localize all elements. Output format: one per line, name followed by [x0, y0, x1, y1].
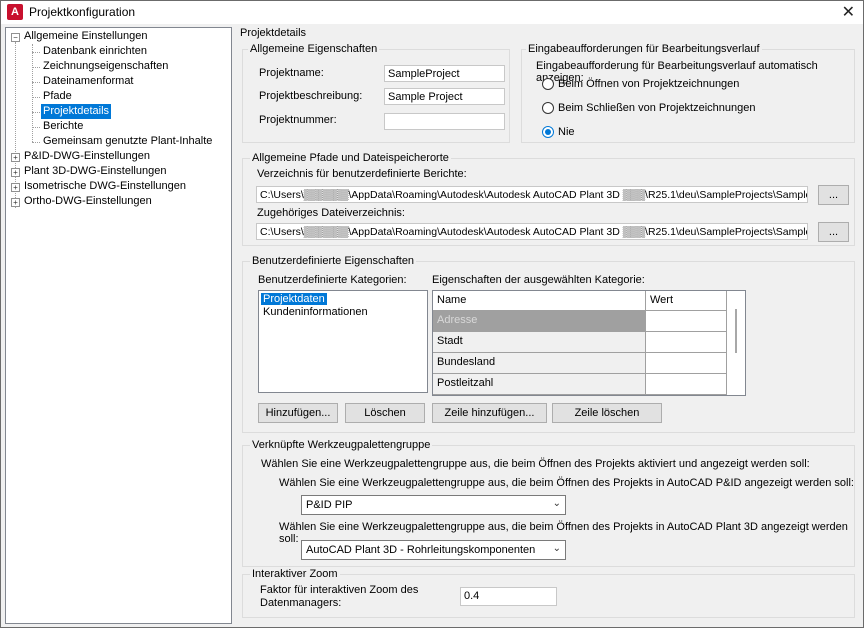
add-row-button[interactable]: Zeile hinzufügen...: [432, 403, 547, 423]
tree-item-allgemeine-einstellungen[interactable]: Allgemeine Einstellungen: [24, 29, 148, 44]
reports-browse-button[interactable]: ...: [818, 185, 849, 205]
tree-line: [32, 44, 33, 142]
tree-item-dateinamenformat[interactable]: Dateinamenformat: [43, 74, 134, 89]
tree-item-berichte[interactable]: Berichte: [43, 119, 83, 134]
categories-label: Benutzerdefinierte Kategorien:: [258, 274, 407, 286]
column-header-value[interactable]: Wert: [646, 291, 727, 311]
plant-palette-dropdown[interactable]: AutoCAD Plant 3D - Rohrleitungskomponent…: [301, 540, 566, 560]
list-item[interactable]: Projektdaten: [261, 293, 327, 305]
tree-line: [32, 52, 40, 53]
table-row-value[interactable]: [646, 374, 727, 395]
tree-item-plant-inhalte[interactable]: Gemeinsam genutzte Plant-Inhalte: [43, 134, 212, 149]
expand-icon[interactable]: +: [11, 198, 20, 207]
categories-list[interactable]: Projektdaten Kundeninformationen: [258, 290, 428, 393]
panel-title: Projektdetails: [240, 27, 307, 39]
expand-icon[interactable]: +: [11, 168, 20, 177]
tree-item-plant3d[interactable]: Plant 3D-DWG-Einstellungen: [24, 164, 166, 179]
tree-item-pid[interactable]: P&ID-DWG-Einstellungen: [24, 149, 150, 164]
palette-label: Verknüpfte Werkzeugpalettengruppe: [250, 439, 433, 451]
plant-palette-value: AutoCAD Plant 3D - Rohrleitungskomponent…: [306, 544, 536, 556]
table-row-name[interactable]: Postleitzahl: [433, 374, 646, 395]
project-description-field[interactable]: Sample Project: [384, 88, 505, 105]
chevron-down-icon: ⌄: [552, 543, 561, 554]
delete-category-button[interactable]: Löschen: [345, 403, 425, 423]
add-category-button[interactable]: Hinzufügen...: [258, 403, 338, 423]
table-row-name[interactable]: Bundesland: [433, 353, 646, 374]
zoom-label: Interaktiver Zoom: [250, 568, 340, 580]
palette-intro: Wählen Sie eine Werkzeugpalettengruppe a…: [261, 458, 810, 470]
properties-grid[interactable]: Name Wert Adresse Stadt Bundesland Postl…: [432, 290, 746, 396]
files-dir-label: Zugehöriges Dateiverzeichnis:: [257, 207, 405, 219]
props-label: Eigenschaften der ausgewählten Kategorie…: [432, 274, 645, 286]
radio-close[interactable]: [542, 102, 554, 114]
reports-dir-label: Verzeichnis für benutzerdefinierte Beric…: [257, 168, 467, 180]
dialog-window: A Projektkonfiguration ✕ − Allgemeine Ei…: [0, 0, 864, 628]
radio-open[interactable]: [542, 78, 554, 90]
radio-open-label: Beim Öffnen von Projektzeichnungen: [558, 78, 740, 90]
table-row-value[interactable]: [646, 353, 727, 374]
column-header-name[interactable]: Name: [433, 291, 646, 311]
table-row-name[interactable]: Adresse: [433, 311, 646, 332]
title-bar: A Projektkonfiguration ✕: [1, 1, 863, 24]
files-dir-field[interactable]: C:\Users\▒▒▒▒▒▒\AppData\Roaming\Autodesk…: [256, 223, 808, 240]
tree-line: [32, 127, 40, 128]
general-properties-label: Allgemeine Eigenschaften: [248, 43, 380, 55]
close-icon[interactable]: ✕: [842, 2, 855, 22]
tree-line: [32, 82, 40, 83]
delete-row-button[interactable]: Zeile löschen: [552, 403, 662, 423]
table-row-value[interactable]: [646, 311, 727, 332]
zoom-factor-label-1: Faktor für interaktiven Zoom des: [260, 584, 419, 596]
zoom-factor-label-2: Datenmanagers:: [260, 597, 342, 609]
tree-line: [32, 97, 40, 98]
collapse-icon[interactable]: −: [11, 33, 20, 42]
tree-item-datenbank[interactable]: Datenbank einrichten: [43, 44, 147, 59]
project-details-panel: Projektdetails Allgemeine Eigenschaften …: [234, 26, 857, 624]
project-name-label: Projektname:: [259, 67, 324, 79]
window-title: Projektkonfiguration: [29, 5, 136, 19]
paths-label: Allgemeine Pfade und Dateispeicherorte: [250, 152, 451, 164]
pid-palette-dropdown[interactable]: P&ID PIP ⌄: [301, 495, 566, 515]
radio-never-label: Nie: [558, 126, 575, 138]
expand-icon[interactable]: +: [11, 183, 20, 192]
project-name-field[interactable]: SampleProject: [384, 65, 505, 82]
list-item[interactable]: Kundeninformationen: [263, 306, 368, 318]
edit-history-label: Eingabeaufforderungen für Bearbeitungsve…: [526, 43, 762, 55]
pid-palette-label: Wählen Sie eine Werkzeugpalettengruppe a…: [279, 477, 854, 489]
tree-item-zeichnungseigenschaften[interactable]: Zeichnungseigenschaften: [43, 59, 168, 74]
chevron-down-icon: ⌄: [552, 498, 561, 509]
expand-icon[interactable]: +: [11, 153, 20, 162]
tree-line: [32, 112, 40, 113]
tree-item-pfade[interactable]: Pfade: [43, 89, 72, 104]
project-number-label: Projektnummer:: [259, 114, 337, 126]
radio-never[interactable]: [542, 126, 554, 138]
reports-dir-field[interactable]: C:\Users\▒▒▒▒▒▒\AppData\Roaming\Autodesk…: [256, 186, 808, 203]
tree-item-iso[interactable]: Isometrische DWG-Einstellungen: [24, 179, 186, 194]
settings-tree[interactable]: − Allgemeine Einstellungen Datenbank ein…: [5, 27, 232, 624]
table-row-name[interactable]: Stadt: [433, 332, 646, 353]
grid-scrollbar[interactable]: [735, 309, 737, 353]
pid-palette-value: P&ID PIP: [306, 499, 353, 511]
project-description-label: Projektbeschreibung:: [259, 90, 363, 102]
radio-close-label: Beim Schließen von Projektzeichnungen: [558, 102, 756, 114]
tree-item-ortho[interactable]: Ortho-DWG-Einstellungen: [24, 194, 152, 209]
zoom-factor-field[interactable]: 0.4: [460, 587, 557, 606]
autocad-app-icon: A: [7, 4, 23, 20]
tree-line: [32, 67, 40, 68]
custom-properties-label: Benutzerdefinierte Eigenschaften: [250, 255, 417, 267]
tree-item-projektdetails[interactable]: Projektdetails: [41, 104, 112, 119]
files-browse-button[interactable]: ...: [818, 222, 849, 242]
project-number-field[interactable]: [384, 113, 505, 130]
table-row-value[interactable]: [646, 332, 727, 353]
tree-line: [32, 142, 40, 143]
